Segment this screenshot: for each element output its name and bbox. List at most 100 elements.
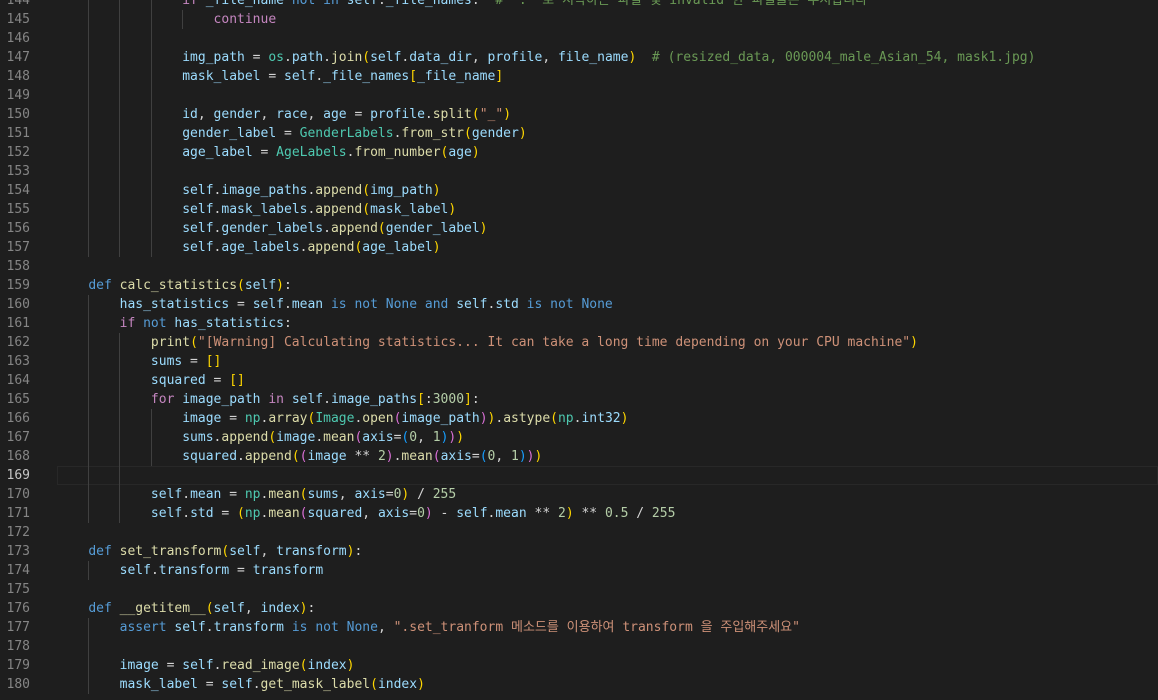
code-token: mean bbox=[495, 506, 527, 521]
code-line[interactable]: 167 sums.append(image.mean(axis=(0, 1))) bbox=[0, 428, 1158, 447]
code-line[interactable]: 169 bbox=[0, 466, 1158, 485]
code-line[interactable]: 178 bbox=[0, 637, 1158, 656]
code-token: # "." 로 시작하는 파일 및 invalid 한 파일들은 무시합니다 bbox=[495, 0, 868, 8]
code-line[interactable]: 179 image = self.read_image(index) bbox=[0, 656, 1158, 675]
code-token: mask_label bbox=[182, 69, 261, 84]
code-token: gender bbox=[471, 126, 519, 141]
indent-guide bbox=[88, 86, 90, 105]
code-line[interactable]: 175 bbox=[0, 580, 1158, 599]
code-token: ( bbox=[362, 202, 371, 217]
code-line[interactable]: 144 if _file_name not in self._file_name… bbox=[0, 0, 1158, 10]
code-token: ( bbox=[479, 449, 488, 464]
line-number: 149 bbox=[6, 88, 30, 103]
code-line[interactable]: 147 img_path = os.path.join(self.data_di… bbox=[0, 48, 1158, 67]
code-token: = bbox=[213, 506, 238, 521]
code-line[interactable]: 156 self.gender_labels.append(gender_lab… bbox=[0, 219, 1158, 238]
code-text: sums.append(image.mean(axis=(0, 1))) bbox=[57, 428, 464, 447]
code-line[interactable]: 148 mask_label = self._file_names[_file_… bbox=[0, 67, 1158, 86]
code-token: age_label bbox=[362, 240, 433, 255]
code-token: sums bbox=[307, 487, 339, 502]
code-line[interactable]: 176 def __getitem__(self, index): bbox=[0, 599, 1158, 618]
code-token: = bbox=[260, 69, 284, 84]
code-editor[interactable]: 144 if _file_name not in self._file_name… bbox=[0, 0, 1158, 700]
code-token: AgeLabels bbox=[276, 145, 347, 160]
code-token: ) bbox=[479, 221, 488, 236]
code-text: squared.append((image ** 2).mean(axis=(0… bbox=[57, 447, 542, 466]
code-line[interactable]: 165 for image_path in self.image_paths[:… bbox=[0, 390, 1158, 409]
code-token: has_statistics bbox=[174, 316, 284, 331]
code-token: age bbox=[448, 145, 472, 160]
code-text: image = np.array(Image.open(image_path))… bbox=[57, 409, 628, 428]
indent-guide bbox=[150, 86, 152, 105]
code-line[interactable]: 163 sums = [] bbox=[0, 352, 1158, 371]
line-number: 180 bbox=[6, 677, 30, 692]
code-line[interactable]: 172 bbox=[0, 523, 1158, 542]
code-token: "[Warning] Calculating statistics... It … bbox=[197, 335, 911, 350]
code-token: self bbox=[150, 506, 183, 521]
code-text: squared = [] bbox=[57, 371, 245, 390]
code-line[interactable]: 168 squared.append((image ** 2).mean(axi… bbox=[0, 447, 1158, 466]
code-token: . bbox=[315, 430, 324, 445]
code-token: ** bbox=[573, 506, 605, 521]
code-line[interactable]: 157 self.age_labels.append(age_label) bbox=[0, 238, 1158, 257]
code-token: self bbox=[252, 297, 284, 312]
code-line[interactable]: 160 has_statistics = self.mean is not No… bbox=[0, 295, 1158, 314]
code-text: self.gender_labels.append(gender_label) bbox=[57, 219, 488, 238]
code-line[interactable]: 153 bbox=[0, 162, 1158, 181]
code-line[interactable]: 180 mask_label = self.get_mask_label(ind… bbox=[0, 675, 1158, 694]
line-number: 156 bbox=[6, 221, 30, 236]
code-token: . bbox=[182, 487, 191, 502]
code-token: squared bbox=[150, 373, 206, 388]
code-text: assert self.transform is not None, ".set… bbox=[57, 618, 800, 637]
code-line[interactable]: 170 self.mean = np.mean(sums, axis=0) / … bbox=[0, 485, 1158, 504]
code-line[interactable]: 173 def set_transform(self, transform): bbox=[0, 542, 1158, 561]
code-token: = bbox=[221, 487, 245, 502]
code-line[interactable]: 177 assert self.transform is not None, "… bbox=[0, 618, 1158, 637]
code-token: for bbox=[150, 392, 183, 407]
code-line[interactable]: 161 if not has_statistics: bbox=[0, 314, 1158, 333]
code-line[interactable]: 154 self.image_paths.append(img_path) bbox=[0, 181, 1158, 200]
code-token: [ bbox=[409, 69, 418, 84]
code-token: ) bbox=[503, 107, 512, 122]
code-line[interactable]: 146 bbox=[0, 29, 1158, 48]
code-line[interactable]: 162 print("[Warning] Calculating statist… bbox=[0, 333, 1158, 352]
code-token: = bbox=[182, 354, 206, 369]
code-line[interactable]: 159 def calc_statistics(self): bbox=[0, 276, 1158, 295]
code-text: def calc_statistics(self): bbox=[57, 276, 292, 295]
code-token: is not None bbox=[526, 297, 613, 312]
code-token: , bbox=[362, 506, 378, 521]
code-text: self.std = (np.mean(squared, axis=0) - s… bbox=[57, 504, 675, 523]
code-token: age_label bbox=[182, 145, 253, 160]
code-line[interactable]: 145 continue bbox=[0, 10, 1158, 29]
line-number: 170 bbox=[6, 487, 30, 502]
indent-guide bbox=[88, 637, 90, 656]
code-line[interactable]: 149 bbox=[0, 86, 1158, 105]
code-token: transform bbox=[158, 563, 230, 578]
code-token: ) bbox=[346, 658, 355, 673]
code-token: = bbox=[252, 145, 277, 160]
code-line[interactable]: 150 id, gender, race, age = profile.spli… bbox=[0, 105, 1158, 124]
code-token: self bbox=[244, 278, 277, 293]
line-number: 168 bbox=[6, 449, 30, 464]
code-line[interactable]: 158 bbox=[0, 257, 1158, 276]
code-token: path bbox=[291, 50, 324, 65]
code-line[interactable]: 151 gender_label = GenderLabels.from_str… bbox=[0, 124, 1158, 143]
code-token: mean bbox=[268, 506, 300, 521]
code-token: = bbox=[471, 449, 480, 464]
code-line[interactable]: 164 squared = [] bbox=[0, 371, 1158, 390]
code-line[interactable]: 166 image = np.array(Image.open(image_pa… bbox=[0, 409, 1158, 428]
code-line[interactable]: 174 self.transform = transform bbox=[0, 561, 1158, 580]
code-line[interactable]: 155 self.mask_labels.append(mask_label) bbox=[0, 200, 1158, 219]
code-line[interactable]: 171 self.std = (np.mean(squared, axis=0)… bbox=[0, 504, 1158, 523]
vertical-scrollbar[interactable] bbox=[1144, 0, 1158, 700]
code-text: id, gender, race, age = profile.split("_… bbox=[57, 105, 511, 124]
code-line[interactable]: 152 age_label = AgeLabels.from_number(ag… bbox=[0, 143, 1158, 162]
code-token: = bbox=[158, 658, 183, 673]
